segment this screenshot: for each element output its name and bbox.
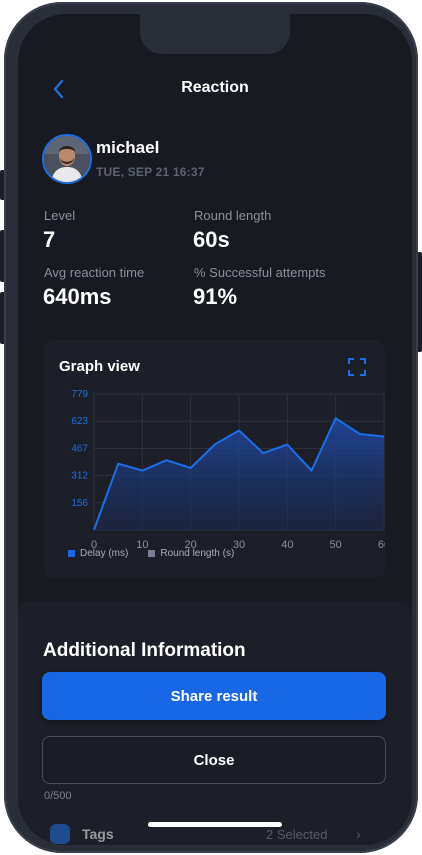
phone-mockup: Reaction michael TUE, SEP 21 16:37 Level… <box>0 0 422 855</box>
y-tick-label: 467 <box>71 443 88 454</box>
stat-label-avg-reaction: Avg reaction time <box>44 265 145 280</box>
x-tick-label: 60 <box>378 539 385 551</box>
close-button[interactable]: Close <box>42 736 386 784</box>
additional-info-sheet <box>18 602 412 845</box>
stat-label-success: % Successful attempts <box>194 265 326 280</box>
x-tick-label: 40 <box>281 539 293 551</box>
legend-swatch-delay <box>68 550 75 557</box>
y-tick-label: 623 <box>71 416 88 427</box>
y-tick-label: 312 <box>71 471 88 482</box>
home-indicator <box>148 822 282 827</box>
tags-label: Tags <box>82 826 114 842</box>
notch <box>140 14 290 54</box>
legend-item-round-length: Round length (s) <box>148 548 234 559</box>
stat-label-level: Level <box>44 208 76 223</box>
additional-info-title: Additional Information <box>43 640 246 661</box>
graph-title: Graph view <box>59 358 140 375</box>
stat-value-success: 91% <box>193 284 238 309</box>
fullscreen-icon <box>348 358 366 376</box>
top-bar: Reaction <box>18 74 412 104</box>
stat-value-avg-reaction: 640ms <box>43 284 112 309</box>
chevron-right-icon: › <box>356 826 361 842</box>
session-datetime: TUE, SEP 21 16:37 <box>96 165 205 179</box>
stat-value-round-length: 60s <box>193 227 230 252</box>
y-tick-label: 779 <box>71 389 88 400</box>
legend-item-delay: Delay (ms) <box>68 548 128 559</box>
avatar <box>42 134 92 184</box>
stat-value-level: 7 <box>43 227 56 252</box>
user-photo <box>44 136 90 182</box>
x-tick-label: 50 <box>330 539 342 551</box>
series-area-delay <box>94 418 384 530</box>
stat-label-round-length: Round length <box>194 208 272 223</box>
notes-char-counter: 0/500 <box>44 790 72 802</box>
legend-swatch-round-length <box>148 550 156 557</box>
page-title: Reaction <box>181 79 249 96</box>
chart-legend: Delay (ms) Round length (s) <box>68 548 234 559</box>
legend-label-delay: Delay (ms) <box>80 548 129 559</box>
expand-button[interactable] <box>348 358 366 376</box>
legend-label-round-length: Round length (s) <box>160 548 235 559</box>
x-tick-label: 30 <box>233 539 245 551</box>
graph-card: 1563124676237790102030405060 Graph view … <box>44 340 385 578</box>
reaction-chart: 1563124676237790102030405060 <box>71 389 385 551</box>
y-tick-label: 156 <box>71 498 88 509</box>
phone-frame: Reaction michael TUE, SEP 21 16:37 Level… <box>4 2 418 853</box>
username: michael <box>96 138 160 157</box>
share-result-button[interactable]: Share result <box>42 672 386 720</box>
tag-icon <box>50 824 70 844</box>
tags-selected-count: 2 Selected <box>266 827 328 842</box>
app-screen: Reaction michael TUE, SEP 21 16:37 Level… <box>18 14 412 845</box>
